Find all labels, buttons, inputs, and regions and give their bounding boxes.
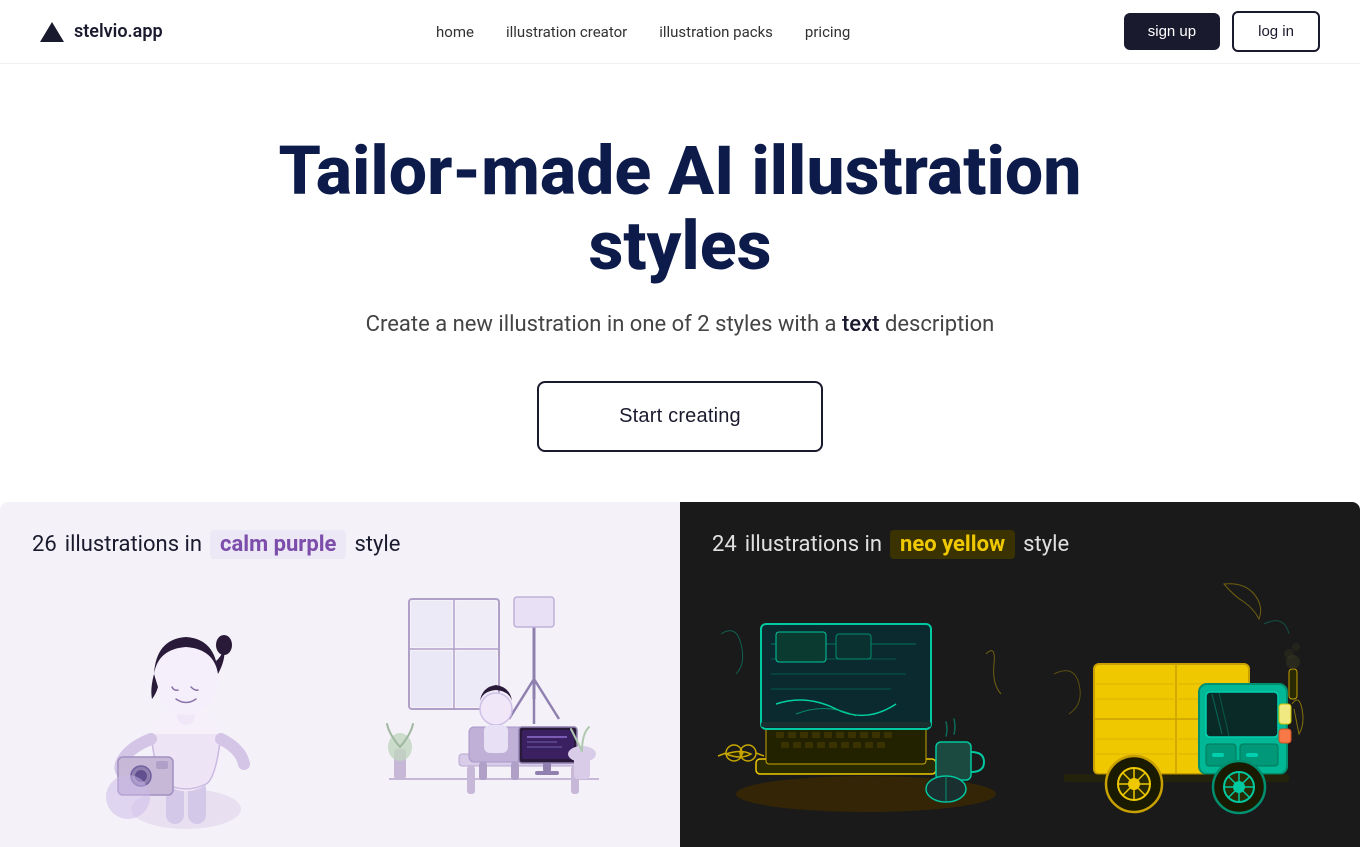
logo-icon [40,22,64,42]
start-creating-button[interactable]: Start creating [537,381,823,452]
truck-svg [1044,574,1304,844]
neo-laptop-image [712,569,1020,847]
nav-home[interactable]: home [436,23,474,41]
signup-button[interactable]: sign up [1124,13,1220,50]
subtitle-part1: Create a new illustration in one of 2 st… [366,312,837,337]
neo-yellow-pack-title: 24 illustrations in neo yellow style [712,530,1328,559]
hero-title: Tailor-made AI illustration styles [230,134,1130,284]
subtitle-part2: description [885,312,994,337]
neo-yellow-images [712,569,1328,847]
calm-suffix: style [354,532,400,557]
calm-office-image [340,569,648,847]
office-svg [379,579,609,839]
logo-link[interactable]: stelvio.app [40,21,163,42]
calm-purple-images [32,569,648,847]
nav-links: home illustration creator illustration p… [436,22,850,41]
nav-illustration-packs[interactable]: illustration packs [659,23,773,41]
calm-style-name: calm purple [210,530,346,559]
login-button[interactable]: log in [1232,11,1320,52]
calm-purple-pack: 26 illustrations in calm purple style [0,502,680,847]
hero-subtitle: Create a new illustration in one of 2 st… [40,308,1320,341]
neo-yellow-pack: 24 illustrations in neo yellow style [680,502,1360,847]
navbar: stelvio.app home illustration creator il… [0,0,1360,64]
neo-suffix: style [1023,532,1069,557]
neo-truck-image [1020,569,1328,847]
hero-section: Tailor-made AI illustration styles Creat… [0,64,1360,502]
calm-purple-pack-title: 26 illustrations in calm purple style [32,530,648,559]
brand-name: stelvio.app [74,21,163,42]
neo-style-name: neo yellow [890,530,1015,559]
nav-actions: sign up log in [1124,11,1320,52]
calm-photographer-image [32,569,340,847]
calm-count: 26 [32,532,57,557]
laptop-svg [716,574,1016,844]
calm-prefix: illustrations in [65,532,202,557]
photographer-svg [76,579,296,839]
nav-pricing[interactable]: pricing [805,23,850,41]
neo-prefix: illustrations in [745,532,882,557]
subtitle-highlight: text [842,312,880,337]
nav-illustration-creator[interactable]: illustration creator [506,23,627,41]
neo-count: 24 [712,532,737,557]
illustration-packs-container: 26 illustrations in calm purple style [0,502,1360,847]
